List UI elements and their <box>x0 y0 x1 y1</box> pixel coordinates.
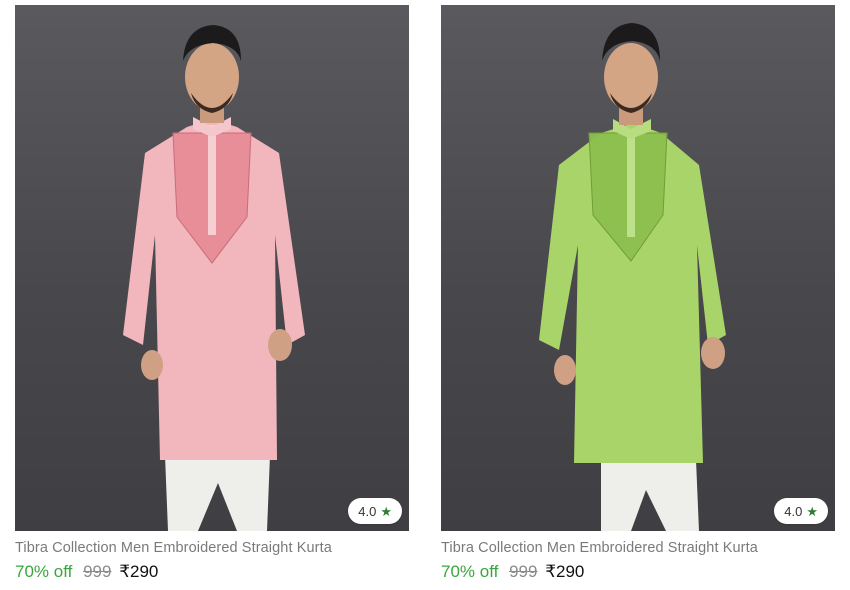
product-title[interactable]: Tibra Collection Men Embroidered Straigh… <box>441 540 835 556</box>
rating-badge: 4.0 ★ <box>774 498 828 524</box>
star-icon: ★ <box>380 503 392 519</box>
price-row: 70% off 999 ₹290 <box>15 562 409 582</box>
product-card[interactable]: 4.0 ★ Tibra Collection Men Embroidered S… <box>441 5 835 582</box>
rating-value: 4.0 <box>784 503 803 519</box>
product-image[interactable]: 4.0 ★ <box>441 5 835 531</box>
rating-value: 4.0 <box>358 503 377 519</box>
rating-badge: 4.0 ★ <box>348 498 402 524</box>
product-card[interactable]: 4.0 ★ Tibra Collection Men Embroidered S… <box>15 5 409 582</box>
product-image[interactable]: 4.0 ★ <box>15 5 409 531</box>
discount-label: 70% off <box>15 562 73 581</box>
kurta-model-image <box>539 23 726 531</box>
original-price: 999 <box>509 562 538 581</box>
original-price: 999 <box>83 562 112 581</box>
kurta-model-image <box>123 25 305 531</box>
price-row: 70% off 999 ₹290 <box>441 562 835 582</box>
star-icon: ★ <box>806 503 818 519</box>
sale-price: ₹290 <box>545 562 585 581</box>
discount-label: 70% off <box>441 562 499 581</box>
product-title[interactable]: Tibra Collection Men Embroidered Straigh… <box>15 540 409 556</box>
sale-price: ₹290 <box>119 562 159 581</box>
